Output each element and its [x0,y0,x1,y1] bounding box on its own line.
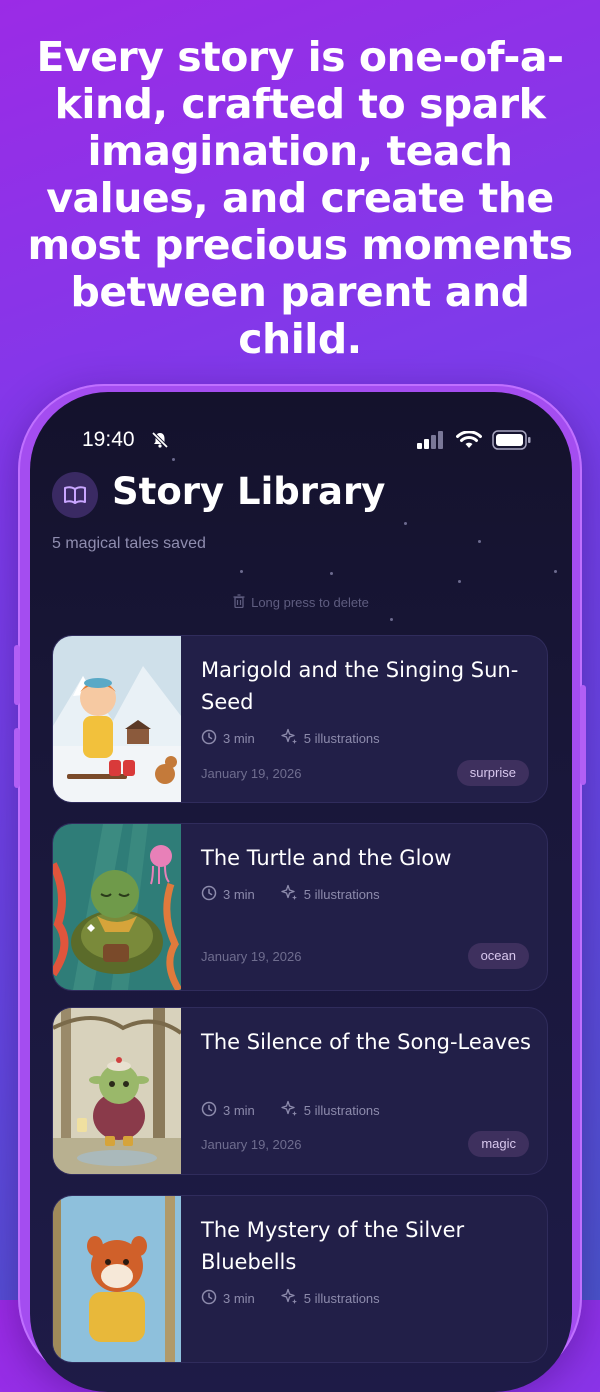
battery-icon [492,430,532,454]
story-illustration [53,824,183,990]
volume-up-button [14,645,20,705]
story-title: The Turtle and the Glow [201,846,452,870]
story-illustration-count: 5 illustrations [303,1102,380,1118]
promo-headline: Every story is one-of-a-kind, crafted to… [27,33,573,363]
story-illustration-count: 5 illustrations [303,730,380,746]
story-illustration [53,1008,183,1174]
story-duration: 3 min [223,1290,255,1306]
story-illustration-count: 5 illustrations [303,886,380,902]
star-decoration [478,540,481,543]
power-button [580,685,586,785]
story-title: The Silence of the Song-Leaves [201,1030,531,1054]
clock-icon [201,1101,217,1120]
saved-count: 5 magical tales saved [52,535,206,552]
star-decoration [172,458,175,461]
bell-muted-icon [150,430,170,454]
status-time: 19:40 [82,428,135,451]
page-title: Story Library [112,470,386,513]
sparkles-icon [281,728,298,748]
story-meta: 3 min 5 illustrations [201,1100,380,1120]
star-decoration [330,572,333,575]
story-card[interactable]: Marigold and the Singing Sun-Seed 3 min … [52,635,548,803]
story-card[interactable]: The Silence of the Song-Leaves 3 min 5 i… [52,1007,548,1175]
star-decoration [390,618,393,621]
star-decoration [554,570,557,573]
story-title: Marigold and the Singing Sun-Seed [201,658,519,714]
story-meta: 3 min 5 illustrations [201,884,380,904]
clock-icon [201,729,217,748]
delete-hint-text: Long press to delete [251,595,369,610]
app-screen: 19:40 Story Library 5 magical tales save… [30,392,572,1392]
star-decoration [404,522,407,525]
story-meta: 3 min 5 illustrations [201,1288,380,1308]
volume-down-button [14,728,20,788]
story-title: The Mystery of the Silver Bluebells [201,1218,465,1274]
book-icon [52,472,98,518]
story-duration: 3 min [223,1102,255,1118]
clock-icon [201,885,217,904]
star-decoration [458,580,461,583]
story-card[interactable]: The Turtle and the Glow 3 min 5 illustra… [52,823,548,991]
star-decoration [240,570,243,573]
story-date: January 19, 2026 [201,766,302,781]
sparkles-icon [281,884,298,904]
sparkles-icon [281,1288,298,1308]
story-tag: magic [468,1131,529,1157]
story-illustration-count: 5 illustrations [303,1290,380,1306]
story-illustration [53,636,181,802]
story-illustration [53,1196,181,1362]
story-duration: 3 min [223,730,255,746]
delete-hint: Long press to delete [30,594,572,611]
story-tag: surprise [456,760,529,786]
story-date: January 19, 2026 [201,949,302,964]
clock-icon [201,1289,217,1308]
story-date: January 19, 2026 [201,1137,302,1152]
trash-icon [233,594,245,611]
sparkles-icon [281,1100,298,1120]
story-duration: 3 min [223,886,255,902]
wifi-icon [456,430,482,453]
story-tag: ocean [467,943,529,969]
story-meta: 3 min 5 illustrations [201,728,380,748]
story-card[interactable]: The Mystery of the Silver Bluebells 3 mi… [52,1195,548,1363]
cellular-signal-icon [416,431,446,453]
